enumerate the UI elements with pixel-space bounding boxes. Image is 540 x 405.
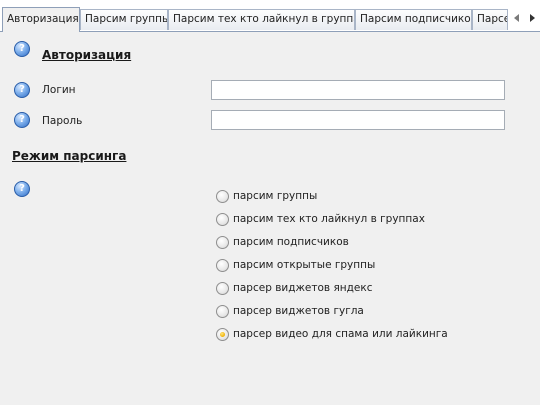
radio-label: парсер виджетов гугла	[233, 305, 364, 317]
radio-option-google-widgets[interactable]: парсер виджетов гугла	[216, 304, 364, 318]
radio-button[interactable]	[216, 235, 229, 249]
tab-strip: Авторизация Парсим группы Парсим тех кто…	[0, 0, 540, 32]
help-icon[interactable]: ?	[14, 181, 30, 197]
radio-option-parse-open-groups[interactable]: парсим открытые группы	[216, 258, 375, 272]
radio-label: парсим группы	[233, 190, 318, 202]
radio-label: парсим тех кто лайкнул в группах	[233, 213, 425, 225]
password-field[interactable]	[211, 110, 505, 130]
chevron-left-icon[interactable]	[509, 10, 523, 26]
radio-option-parse-groups[interactable]: парсим группы	[216, 189, 317, 203]
help-icon[interactable]: ?	[14, 82, 30, 98]
radio-label: парсер виджетов яндекс	[233, 282, 373, 294]
radio-label: парсим открытые группы	[233, 259, 376, 271]
radio-button[interactable]	[216, 212, 229, 226]
radio-button[interactable]	[216, 281, 229, 295]
tab-parse-likers[interactable]: Парсим тех кто лайкнул в группах	[168, 9, 355, 30]
radio-button[interactable]	[216, 258, 229, 272]
parsing-mode-heading: Режим парсинга	[12, 149, 127, 163]
login-label: Логин	[42, 84, 76, 96]
tab-authorization[interactable]: Авторизация	[2, 7, 80, 32]
radio-label: парсер видео для спама или лайкинга	[233, 328, 448, 340]
authorization-panel: ? Авторизация ? Логин ? Пароль Режим пар…	[0, 31, 540, 405]
chevron-right-icon[interactable]	[525, 10, 539, 26]
radio-option-parse-likers[interactable]: парсим тех кто лайкнул в группах	[216, 212, 425, 226]
help-icon[interactable]: ?	[14, 112, 30, 128]
tab-parse-more[interactable]: Парсе	[472, 9, 508, 30]
tab-parse-subscribers[interactable]: Парсим подписчиков	[355, 9, 472, 30]
help-icon[interactable]: ?	[14, 41, 30, 57]
radio-button-selected[interactable]	[216, 327, 229, 341]
radio-option-video-parser[interactable]: парсер видео для спама или лайкинга	[216, 327, 448, 341]
login-field[interactable]	[211, 80, 505, 100]
radio-option-parse-subscribers[interactable]: парсим подписчиков	[216, 235, 349, 249]
radio-button[interactable]	[216, 189, 229, 203]
radio-option-yandex-widgets[interactable]: парсер виджетов яндекс	[216, 281, 372, 295]
password-label: Пароль	[42, 115, 83, 127]
auth-heading: Авторизация	[42, 48, 132, 62]
radio-label: парсим подписчиков	[233, 236, 349, 248]
radio-button[interactable]	[216, 304, 229, 318]
tab-parse-groups[interactable]: Парсим группы	[80, 9, 168, 30]
